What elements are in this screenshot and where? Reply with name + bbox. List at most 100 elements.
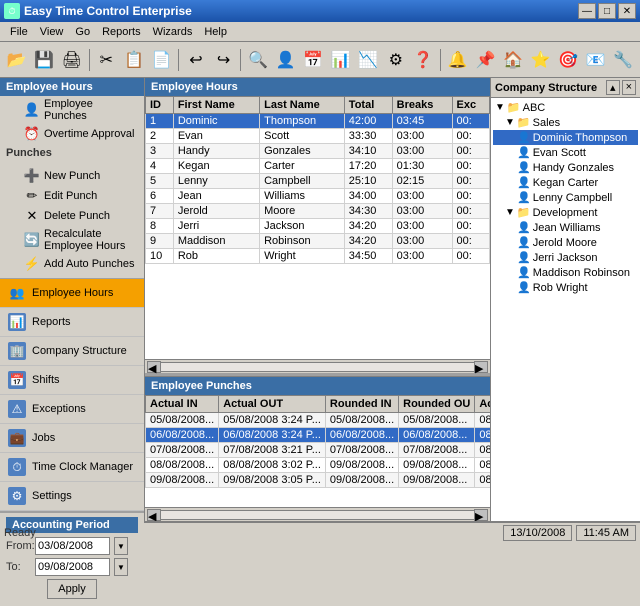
toolbar-report[interactable]: 📉 [355,46,381,74]
col-breaks[interactable]: Breaks [392,97,452,114]
toolbar-save[interactable]: 💾 [32,46,58,74]
toolbar-print[interactable]: 🖨 [59,46,85,74]
punch-col-actual-out[interactable]: Actual OUT [219,396,326,413]
toolbar-paste[interactable]: 📄 [149,46,175,74]
sidebar-employee-punches[interactable]: 👤 Employee Punches [0,96,144,124]
sidebar-auto-punches[interactable]: ⚡ Add Auto Punches [0,254,144,274]
sidebar-nav-employee-hours[interactable]: 👥 Employee Hours [0,279,144,308]
scroll-left[interactable]: ◀ [147,361,161,373]
punch-row[interactable]: 09/08/2008... 09/08/2008 3:05 P... 09/08… [146,473,491,488]
sidebar-delete-punch[interactable]: ✕ Delete Punch [0,206,144,226]
employee-hours-row[interactable]: 2 Evan Scott 33:30 03:00 00: [146,129,490,144]
sidebar-nav-jobs[interactable]: 💼 Jobs [0,424,144,453]
toolbar-redo[interactable]: ↪ [211,46,237,74]
punch-col-rounded-in[interactable]: Rounded IN [325,396,398,413]
col-exc[interactable]: Exc [452,97,489,114]
sidebar-nav-settings[interactable]: ⚙ Settings [0,482,144,511]
col-first-name[interactable]: First Name [173,97,259,114]
punches-table-container[interactable]: Actual IN Actual OUT Rounded IN Rounded … [145,395,490,507]
menu-reports[interactable]: Reports [96,24,147,40]
toolbar-cut[interactable]: ✂ [94,46,120,74]
menu-file[interactable]: File [4,24,34,40]
toolbar-user[interactable]: 👤 [273,46,299,74]
sidebar-recalculate[interactable]: 🔄 Recalculate Employee Hours [0,226,144,254]
col-total[interactable]: Total [344,97,392,114]
punch-row[interactable]: 05/08/2008... 05/08/2008 3:24 P... 05/08… [146,413,491,428]
punch-col-rounded-out[interactable]: Rounded OU [399,396,475,413]
tree-emp-kegan[interactable]: 👤 Kegan Carter [493,175,638,190]
scroll-right[interactable]: ▶ [474,361,488,373]
menu-view[interactable]: View [34,24,70,40]
tree-emp-jerold[interactable]: 👤 Jerold Moore [493,235,638,250]
employee-hours-row[interactable]: 4 Kegan Carter 17:20 01:30 00: [146,159,490,174]
sidebar-nav-shifts[interactable]: 📅 Shifts [0,366,144,395]
employee-hours-row[interactable]: 10 Rob Wright 34:50 03:00 00: [146,249,490,264]
toolbar-notify[interactable]: 🔔 [445,46,471,74]
toolbar-target[interactable]: 🎯 [555,46,581,74]
tree-emp-maddison[interactable]: 👤 Maddison Robinson [493,265,638,280]
accounting-to-input[interactable] [35,558,110,576]
apply-button[interactable]: Apply [47,579,97,599]
accounting-from-input[interactable] [35,537,110,555]
tree-emp-handy[interactable]: 👤 Handy Gonzales [493,160,638,175]
punches-hscroll[interactable]: ◀ ▶ [145,507,490,521]
close-button[interactable]: ✕ [618,3,636,19]
employee-hours-row[interactable]: 9 Maddison Robinson 34:20 03:00 00: [146,234,490,249]
tree-emp-dominic[interactable]: 👤 Dominic Thompson [493,130,638,145]
punches-scroll-left[interactable]: ◀ [147,509,161,521]
toolbar-favorite[interactable]: ⭐ [528,46,554,74]
toolbar-settings[interactable]: ⚙ [383,46,409,74]
cs-close-button[interactable]: × [622,80,636,95]
toolbar-chart[interactable]: 📊 [328,46,354,74]
tree-group-sales[interactable]: ▼ 📁 Sales [493,115,638,130]
tree-emp-rob[interactable]: 👤 Rob Wright [493,280,638,295]
employee-hours-row[interactable]: 6 Jean Williams 34:00 03:00 00: [146,189,490,204]
menu-help[interactable]: Help [198,24,233,40]
employee-hours-row[interactable]: 7 Jerold Moore 34:30 03:00 00: [146,204,490,219]
sidebar-new-punch[interactable]: ➕ New Punch [0,166,144,186]
sidebar-nav-time-clock[interactable]: ⏱ Time Clock Manager [0,453,144,482]
maximize-button[interactable]: □ [598,3,616,19]
accounting-to-dropdown[interactable]: ▼ [114,558,128,576]
sidebar-nav-exceptions[interactable]: ⚠ Exceptions [0,395,144,424]
punch-row[interactable]: 07/08/2008... 07/08/2008 3:21 P... 07/08… [146,443,491,458]
tree-root[interactable]: ▼ 📁 ABC [493,100,638,115]
punch-col-actual-ho[interactable]: Actual Ho [475,396,490,413]
toolbar-calendar[interactable]: 📅 [300,46,326,74]
tree-emp-evan[interactable]: 👤 Evan Scott [493,145,638,160]
col-last-name[interactable]: Last Name [260,97,345,114]
sidebar-edit-punch[interactable]: ✏ Edit Punch [0,186,144,206]
toolbar-copy[interactable]: 📋 [121,46,147,74]
employee-hours-row[interactable]: 3 Handy Gonzales 34:10 03:00 00: [146,144,490,159]
employee-hours-table-container[interactable]: ID First Name Last Name Total Breaks Exc… [145,96,490,359]
toolbar-undo[interactable]: ↩ [183,46,209,74]
toolbar-help[interactable]: ❓ [411,46,437,74]
employee-hours-row[interactable]: 8 Jerri Jackson 34:20 03:00 00: [146,219,490,234]
toolbar-pin[interactable]: 📌 [473,46,499,74]
accounting-from-dropdown[interactable]: ▼ [114,537,128,555]
punch-row[interactable]: 06/08/2008... 06/08/2008 3:24 P... 06/08… [146,428,491,443]
sidebar-nav-reports[interactable]: 📊 Reports [0,308,144,337]
tree-group-development[interactable]: ▼ 📁 Development [493,205,638,220]
tree-emp-jean[interactable]: 👤 Jean Williams [493,220,638,235]
cs-pin-button[interactable]: ▴ [606,80,620,95]
tree-emp-jerri[interactable]: 👤 Jerri Jackson [493,250,638,265]
sidebar-overtime-approval[interactable]: ⏰ Overtime Approval [0,124,144,144]
employee-hours-row[interactable]: 5 Lenny Campbell 25:10 02:15 00: [146,174,490,189]
employee-hours-hscroll[interactable]: ◀ ▶ [145,359,490,373]
menu-go[interactable]: Go [69,24,96,40]
menu-wizards[interactable]: Wizards [147,24,199,40]
toolbar-search[interactable]: 🔍 [245,46,271,74]
minimize-button[interactable]: — [578,3,596,19]
punch-row[interactable]: 08/08/2008... 08/08/2008 3:02 P... 09/08… [146,458,491,473]
punch-col-actual-in[interactable]: Actual IN [146,396,219,413]
col-id[interactable]: ID [146,97,174,114]
punches-scroll-right[interactable]: ▶ [474,509,488,521]
sidebar-nav-company-structure[interactable]: 🏢 Company Structure [0,337,144,366]
toolbar-home[interactable]: 🏠 [500,46,526,74]
toolbar-tools[interactable]: 🔧 [610,46,636,74]
tree-emp-lenny[interactable]: 👤 Lenny Campbell [493,190,638,205]
toolbar-open[interactable]: 📂 [4,46,30,74]
employee-hours-row[interactable]: 1 Dominic Thompson 42:00 03:45 00: [146,114,490,129]
toolbar-email[interactable]: 📧 [583,46,609,74]
